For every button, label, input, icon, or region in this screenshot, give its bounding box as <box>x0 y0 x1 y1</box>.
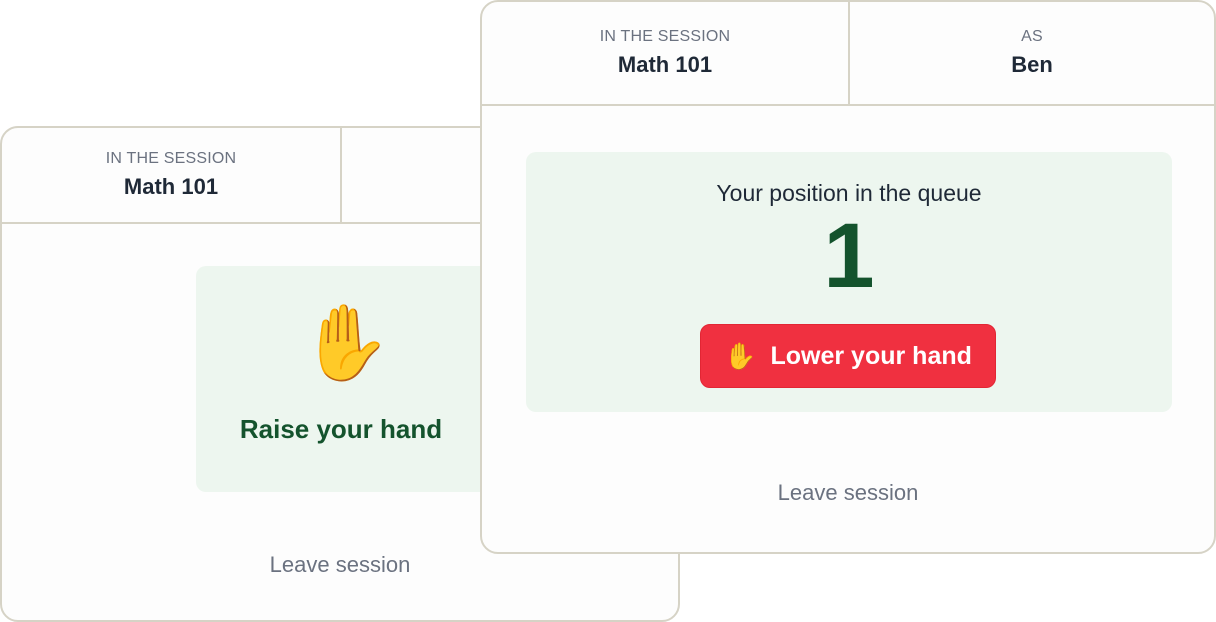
session-name: Math 101 <box>123 174 219 199</box>
session-kicker: IN THE SESSION <box>105 150 237 167</box>
session-card-queue: IN THE SESSION Math 101 AS Ben Your posi… <box>480 0 1216 554</box>
leave-session-link[interactable]: Leave session <box>482 480 1214 506</box>
leave-session-link[interactable]: Leave session <box>2 552 678 578</box>
session-name: Math 101 <box>617 52 713 77</box>
session-info: IN THE SESSION Math 101 <box>482 2 848 104</box>
user-kicker: AS <box>1021 28 1043 45</box>
queue-caption: Your position in the queue <box>716 180 982 206</box>
queue-panel: Your position in the queue 1 ✋ Lower you… <box>526 152 1172 412</box>
session-kicker: IN THE SESSION <box>599 28 731 45</box>
stage: IN THE SESSION Math 101 ✋ Raise your han… <box>0 0 1216 622</box>
raise-hand-label: Raise your hand <box>239 414 443 444</box>
user-name: Ben <box>1011 52 1053 77</box>
session-info: IN THE SESSION Math 101 <box>2 128 340 222</box>
raise-hand-button[interactable]: ✋ Raise your hand <box>196 266 496 492</box>
session-header: IN THE SESSION Math 101 AS Ben <box>482 2 1214 106</box>
user-info: AS Ben <box>848 2 1214 104</box>
lower-hand-label: Lower your hand <box>770 341 972 370</box>
queue-position: 1 <box>823 205 875 307</box>
raised-hand-icon: ✋ <box>724 341 757 371</box>
lower-hand-button[interactable]: ✋ Lower your hand <box>700 324 996 388</box>
raised-hand-icon: ✋ <box>299 301 393 384</box>
